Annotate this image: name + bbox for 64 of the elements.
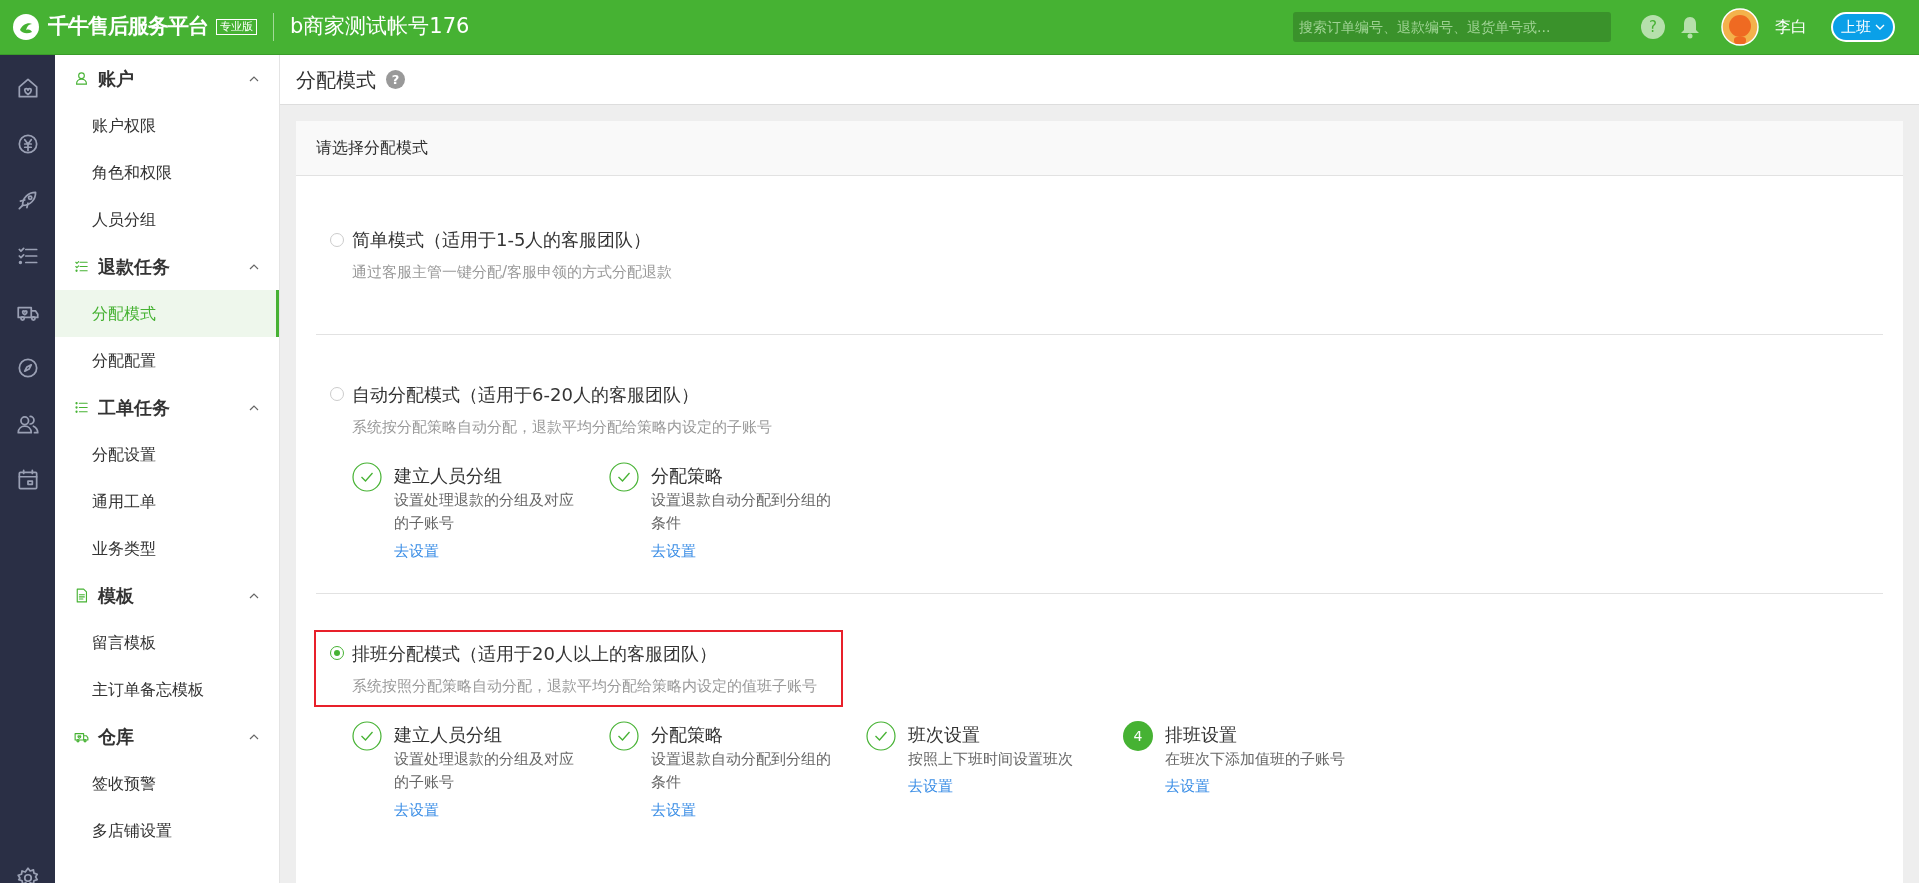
person-icon xyxy=(73,70,90,87)
group-header[interactable]: 账户 xyxy=(55,55,279,102)
sidebar-item[interactable]: 留言模板 xyxy=(55,619,279,666)
setup-link[interactable]: 去设置 xyxy=(908,775,953,798)
sidebar-item[interactable]: 通用工单 xyxy=(55,478,279,525)
list-icon xyxy=(73,399,90,416)
option-title[interactable]: 自动分配模式（适用于6-20人的客服团队） xyxy=(352,380,699,408)
checklist-icon xyxy=(73,258,90,275)
sidebar-item[interactable]: 分配配置 xyxy=(55,337,279,384)
option-description: 系统按分配策略自动分配，退款平均分配给策略内设定的子账号 xyxy=(352,416,772,438)
group-title: 退款任务 xyxy=(98,255,171,279)
sidebar-item[interactable]: 主订单备忘模板 xyxy=(55,666,279,713)
caret-icon xyxy=(1875,23,1885,31)
brand-name: 千牛售后服务平台 xyxy=(48,13,208,41)
group-title: 仓库 xyxy=(98,725,135,749)
check-icon xyxy=(866,721,896,751)
group-header[interactable]: 模板 xyxy=(55,572,279,619)
option-description: 通过客服主管一键分配/客服申领的方式分配退款 xyxy=(352,262,673,283)
sidebar-item[interactable]: 人员分组 xyxy=(55,196,279,243)
step-title: 分配策略 xyxy=(651,464,724,488)
check-icon xyxy=(609,462,639,492)
step-description: 按照上下班时间设置班次 xyxy=(908,749,1074,770)
setup-link[interactable]: 去设置 xyxy=(394,539,439,562)
setup-link[interactable]: 去设置 xyxy=(394,798,439,821)
group-header[interactable]: 退款任务 xyxy=(55,243,279,290)
step-description: 在班次下添加值班的子账号 xyxy=(1165,749,1345,770)
account-name: b商家测试帐号176 xyxy=(290,13,470,41)
setup-link[interactable]: 去设置 xyxy=(651,539,696,562)
setup-link[interactable]: 去设置 xyxy=(1165,775,1210,798)
card-title: 请选择分配模式 xyxy=(316,137,428,159)
step-description: 设置处理退款的分组及对应的子账号 xyxy=(394,490,574,535)
check-icon xyxy=(352,462,382,492)
group-title: 工单任务 xyxy=(98,396,171,420)
sidebar-item[interactable]: 签收预警 xyxy=(55,760,279,807)
step-description: 设置处理退款的分组及对应的子账号 xyxy=(394,749,574,794)
step-title: 班次设置 xyxy=(908,723,981,747)
option-title[interactable]: 简单模式（适用于1-5人的客服团队） xyxy=(352,226,652,253)
check-icon xyxy=(609,721,639,751)
step-title: 分配策略 xyxy=(651,723,724,747)
option-description: 系统按照分配策略自动分配，退款平均分配给策略内设定的值班子账号 xyxy=(352,675,817,697)
group-header[interactable]: 仓库 xyxy=(55,713,279,760)
setup-link[interactable]: 去设置 xyxy=(651,798,696,821)
step-description: 设置退款自动分配到分组的条件 xyxy=(651,490,831,535)
step-number: 4 xyxy=(1123,721,1153,751)
sidebar-item[interactable]: 角色和权限 xyxy=(55,149,279,196)
step-description: 设置退款自动分配到分组的条件 xyxy=(651,749,831,794)
sidebar-item[interactable]: 账户权限 xyxy=(55,102,279,149)
logo-icon xyxy=(12,13,40,41)
search-field[interactable]: 搜索订单编号、退款编号、退货单号或... xyxy=(1293,12,1611,42)
group-header[interactable]: 工单任务 xyxy=(55,384,279,431)
sidebar-item[interactable]: 分配设置 xyxy=(55,431,279,478)
check-icon xyxy=(352,721,382,751)
page-title: 分配模式 xyxy=(296,66,376,94)
settings-icon[interactable] xyxy=(14,865,41,883)
group-title: 账户 xyxy=(98,67,135,91)
step-title: 建立人员分组 xyxy=(394,464,503,488)
avatar[interactable] xyxy=(1721,8,1759,46)
sidebar-item[interactable]: 多店铺设置 xyxy=(55,807,279,854)
group-title: 模板 xyxy=(98,584,135,608)
step-title: 建立人员分组 xyxy=(394,723,503,747)
step-title: 排班设置 xyxy=(1165,723,1238,747)
option-title[interactable]: 排班分配模式（适用于20人以上的客服团队） xyxy=(352,639,717,667)
edition-badge: 专业版 xyxy=(216,19,257,35)
sidebar-item[interactable]: 业务类型 xyxy=(55,525,279,572)
